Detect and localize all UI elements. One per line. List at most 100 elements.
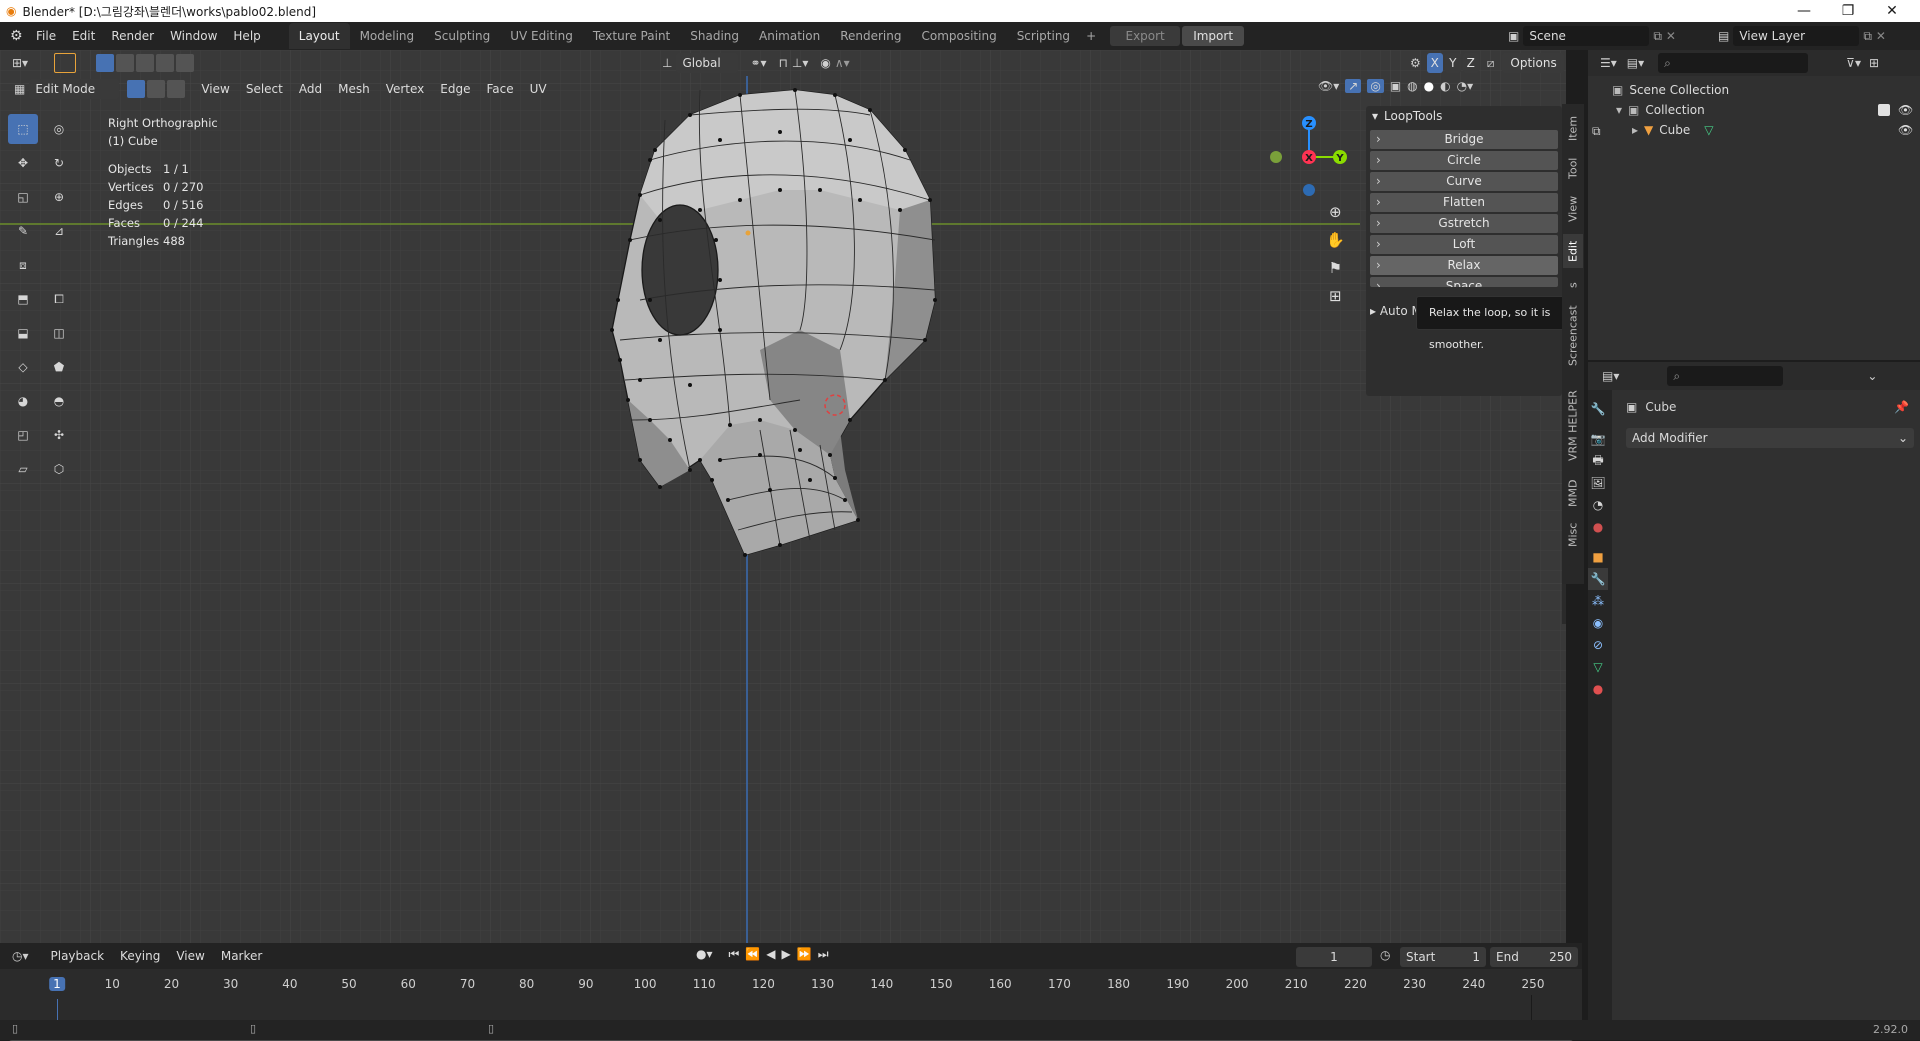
mirror-z-toggle[interactable]: Z: [1462, 53, 1479, 73]
import-button[interactable]: Import: [1182, 26, 1245, 46]
tab-modeling[interactable]: Modeling: [350, 23, 425, 49]
data-tab-icon[interactable]: ▽: [1588, 656, 1608, 678]
menu-uv[interactable]: UV: [522, 78, 555, 100]
transform-tool-icon[interactable]: ⊕: [44, 182, 74, 212]
navigation-gizmo[interactable]: Z X Y: [1262, 108, 1352, 198]
pivot-icon[interactable]: ⚭▾: [750, 56, 766, 70]
shrink-fatten-tool-icon[interactable]: ✣: [44, 420, 74, 450]
falloff-icon[interactable]: ∧▾: [835, 56, 850, 70]
looptools-gstretch-button[interactable]: › Gstretch: [1370, 214, 1558, 233]
mirror-y-toggle[interactable]: Y: [1444, 53, 1461, 73]
display-mode-icon[interactable]: ▤▾: [1627, 56, 1644, 70]
edge-select-mode-icon[interactable]: [147, 80, 166, 98]
menu-mesh[interactable]: Mesh: [330, 78, 378, 100]
head-mesh[interactable]: [600, 80, 940, 640]
mirror-icon[interactable]: ⚙: [1410, 56, 1421, 70]
new-view-layer-icon[interactable]: ⧉: [1863, 29, 1872, 44]
bevel-tool-icon[interactable]: ⬓: [8, 318, 38, 348]
visibility-icon[interactable]: 👁▾: [1318, 79, 1339, 93]
frame-ruler[interactable]: 1 10 20 30 40 50 60 70 80 90 100 110 120 130 140 150 160…: [0, 969, 1582, 1041]
overlay-toggle-icon[interactable]: ◎: [1367, 79, 1384, 93]
object-tab-icon[interactable]: ■: [1588, 546, 1608, 568]
new-collection-icon[interactable]: ⊞: [1869, 56, 1879, 70]
tab-texture-paint[interactable]: Texture Paint: [583, 23, 680, 49]
next-keyframe-icon[interactable]: ⏩: [797, 947, 812, 962]
constraints-tab-icon[interactable]: ⊘: [1588, 634, 1608, 656]
particles-tab-icon[interactable]: ⁂: [1588, 590, 1608, 612]
add-cube-tool-icon[interactable]: ⧈: [8, 250, 38, 280]
menu-render[interactable]: Render: [103, 25, 162, 47]
outliner-object-cube[interactable]: ▸ ▼ Cube ▽ 👁: [1588, 120, 1920, 140]
subtract-selection-icon[interactable]: [136, 54, 155, 72]
world-tab-icon[interactable]: ●: [1588, 516, 1608, 538]
camera-view-icon[interactable]: ⚑: [1326, 259, 1345, 277]
mesh-data-icon[interactable]: ▽: [1704, 120, 1713, 140]
menu-select[interactable]: Select: [238, 78, 291, 100]
tab-shading[interactable]: Shading: [680, 23, 749, 49]
menu-add[interactable]: Add: [291, 78, 330, 100]
jump-end-icon[interactable]: ⏭: [818, 947, 829, 962]
scene-field[interactable]: Scene: [1523, 26, 1650, 46]
wireframe-shading-icon[interactable]: ◍: [1407, 79, 1417, 93]
extend-selection-icon[interactable]: [116, 54, 135, 72]
start-frame-field[interactable]: Start 1: [1400, 947, 1486, 967]
record-icon[interactable]: ●▾: [696, 947, 713, 962]
material-shading-icon[interactable]: ◐: [1440, 79, 1450, 93]
smooth-tool-icon[interactable]: ◓: [44, 386, 74, 416]
tab-layout[interactable]: Layout: [288, 23, 350, 49]
add-modifier-dropdown[interactable]: Add Modifier ⌄: [1626, 428, 1914, 448]
tab-animation[interactable]: Animation: [749, 23, 830, 49]
physics-tab-icon[interactable]: ◉: [1588, 612, 1608, 634]
tab-compositing[interactable]: Compositing: [911, 23, 1006, 49]
object-visibility-icon[interactable]: 👁: [1898, 120, 1913, 140]
looptools-relax-button[interactable]: › Relax: [1370, 256, 1558, 275]
prev-keyframe-icon[interactable]: ⏪: [745, 947, 760, 962]
menu-vertex[interactable]: Vertex: [378, 78, 433, 100]
options-chevron-icon[interactable]: ⌄: [1867, 369, 1877, 383]
filter-icon[interactable]: ⊽▾: [1846, 56, 1861, 70]
sidebar-tab-misc[interactable]: Misc: [1563, 518, 1583, 552]
looptools-circle-button[interactable]: › Circle: [1370, 151, 1558, 170]
outliner-collection[interactable]: ▾ ▣ Collection 👁: [1588, 100, 1920, 120]
shear-tool-icon[interactable]: ▱: [8, 454, 38, 484]
scene-tab-icon[interactable]: ◔: [1588, 494, 1608, 516]
loop-cut-tool-icon[interactable]: ◫: [44, 318, 74, 348]
menu-playback[interactable]: Playback: [43, 945, 113, 967]
measure-tool-icon[interactable]: ⊿: [44, 216, 74, 246]
auto-merge-icon[interactable]: ⧄: [1487, 56, 1495, 71]
intersect-selection-icon[interactable]: [176, 54, 195, 72]
collection-visibility-icon[interactable]: 👁: [1898, 100, 1913, 120]
tab-rendering[interactable]: Rendering: [830, 23, 911, 49]
looptools-header[interactable]: ▾ LoopTools: [1366, 106, 1562, 126]
spin-tool-icon[interactable]: ◕: [8, 386, 38, 416]
rotate-tool-icon[interactable]: ↻: [44, 148, 74, 178]
zoom-icon[interactable]: ⊕: [1326, 203, 1345, 221]
tool-tab-icon[interactable]: 🔧: [1588, 398, 1608, 420]
sidebar-tab-s[interactable]: s: [1563, 274, 1583, 296]
tab-sculpting[interactable]: Sculpting: [424, 23, 500, 49]
knife-tool-icon[interactable]: ◇: [8, 352, 38, 382]
looptools-bridge-button[interactable]: › Bridge: [1370, 130, 1558, 149]
looptools-loft-button[interactable]: › Loft: [1370, 235, 1558, 254]
annotate-tool-icon[interactable]: ✎: [8, 216, 38, 246]
gizmo-neg-z-axis[interactable]: [1303, 184, 1315, 196]
sidebar-tab-view[interactable]: View: [1563, 190, 1583, 228]
solid-shading-icon[interactable]: ●: [1424, 79, 1434, 93]
mirror-x-toggle[interactable]: X: [1426, 53, 1443, 73]
material-tab-icon[interactable]: ●: [1588, 678, 1608, 700]
blender-menu-icon[interactable]: ⚙: [10, 28, 28, 44]
end-frame-field[interactable]: End 250: [1490, 947, 1578, 967]
delete-view-layer-icon[interactable]: ✕: [1876, 29, 1886, 43]
xray-icon[interactable]: ▣: [1390, 79, 1401, 93]
outliner-search-input[interactable]: ⌕: [1658, 53, 1809, 73]
menu-edit[interactable]: Edit: [64, 25, 103, 47]
play-reverse-icon[interactable]: ◀: [766, 947, 775, 962]
menu-edge[interactable]: Edge: [432, 78, 478, 100]
new-scene-icon[interactable]: ⧉: [1653, 29, 1662, 44]
extrude-tool-icon[interactable]: ⬒: [8, 284, 38, 314]
gizmo-toggle-icon[interactable]: ↗: [1345, 79, 1362, 93]
sidebar-tab-tool[interactable]: Tool: [1563, 152, 1583, 184]
view-layer-field[interactable]: View Layer: [1733, 26, 1860, 46]
poly-build-tool-icon[interactable]: ⬟: [44, 352, 74, 382]
clock-icon[interactable]: ◷: [1380, 948, 1390, 962]
